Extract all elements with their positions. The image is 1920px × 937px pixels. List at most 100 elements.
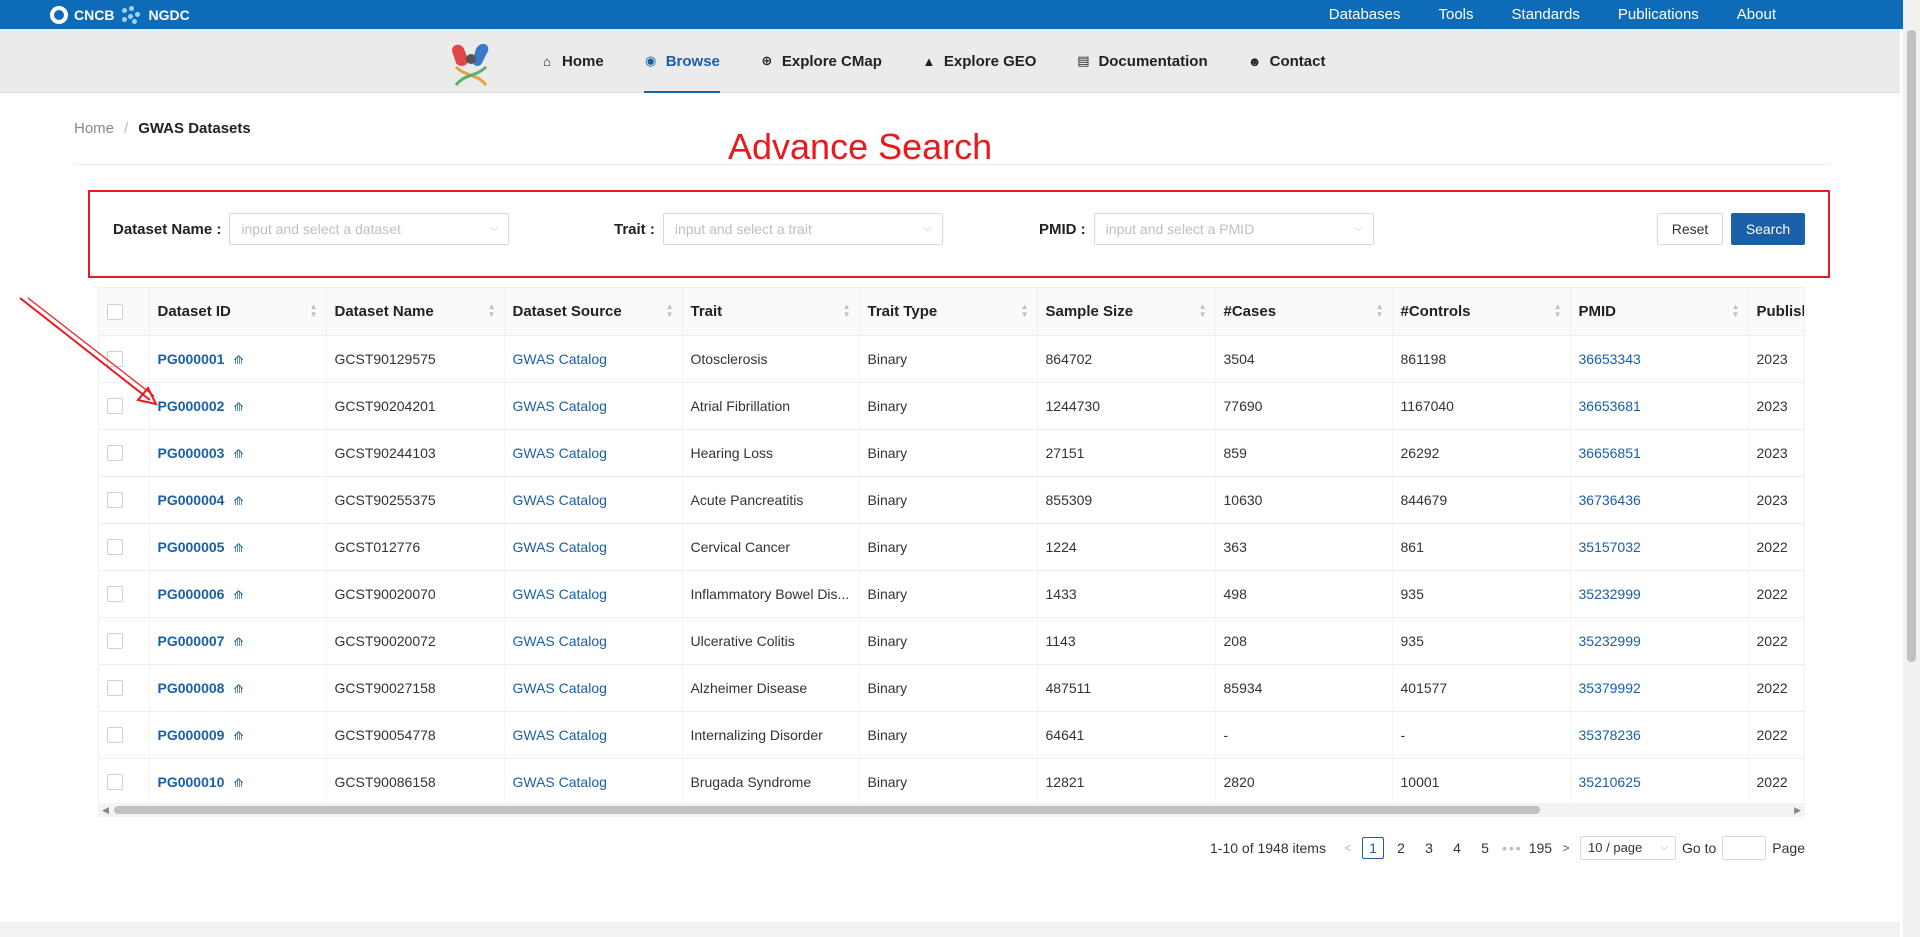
pmid-link[interactable]: 36653681: [1570, 382, 1749, 430]
trait-select[interactable]: input and select a trait ⌵: [662, 213, 943, 245]
table-row[interactable]: PG000009 ⟰ GCST90054778 GWAS Catalog Interna…: [99, 711, 1804, 759]
topnav-databases[interactable]: Databases: [1329, 6, 1401, 23]
table-row[interactable]: PG000008 ⟰ GCST90027158 GWAS Catalog Alzheim…: [99, 664, 1804, 712]
row-checkbox[interactable]: [107, 727, 123, 744]
dataset-id-cell[interactable]: PG000006 ⟰: [149, 570, 327, 618]
chart-icon[interactable]: ⟰: [233, 447, 243, 461]
dataset-id-cell[interactable]: PG000005 ⟰: [149, 523, 327, 571]
dataset-id-cell[interactable]: PG000002 ⟰: [149, 382, 327, 430]
row-checkbox[interactable]: [107, 539, 123, 556]
reset-button[interactable]: Reset: [1657, 213, 1723, 245]
dataset-source-link[interactable]: GWAS Catalog: [504, 758, 683, 806]
table-row[interactable]: PG000005 ⟰ GCST012776 GWAS Catalog Cervical …: [99, 523, 1804, 571]
search-button[interactable]: Search: [1731, 213, 1805, 245]
chart-icon[interactable]: ⟰: [233, 776, 243, 790]
dataset-id-cell[interactable]: PG000008 ⟰: [149, 664, 327, 712]
row-checkbox[interactable]: [107, 680, 123, 697]
page-size-select[interactable]: 10 / page ⌵: [1580, 836, 1677, 860]
table-row[interactable]: PG000007 ⟰ GCST90020072 GWAS Catalog Ulcerat…: [99, 617, 1804, 665]
chart-icon[interactable]: ⟰: [233, 353, 243, 367]
topnav-about[interactable]: About: [1737, 6, 1776, 23]
sort-icon[interactable]: ▲ ▼: [843, 303, 851, 319]
scroll-left-icon[interactable]: ◀: [102, 803, 109, 817]
column-header[interactable]: Publish: [1748, 288, 1804, 336]
pmid-link[interactable]: 36653343: [1570, 335, 1749, 383]
row-checkbox[interactable]: [107, 633, 123, 650]
pmid-link[interactable]: 35379992: [1570, 664, 1749, 712]
column-header[interactable]: #Controls ▲ ▼: [1392, 288, 1571, 336]
table-row[interactable]: PG000003 ⟰ GCST90244103 GWAS Catalog Hearing…: [99, 429, 1804, 477]
nav-explore-cmap[interactable]: ⊕ Explore CMap: [740, 29, 902, 93]
sort-icon[interactable]: ▲ ▼: [666, 303, 674, 319]
topnav-publications[interactable]: Publications: [1618, 6, 1699, 23]
column-header[interactable]: Trait ▲ ▼: [682, 288, 860, 336]
sort-icon[interactable]: ▲ ▼: [1732, 303, 1740, 319]
column-header[interactable]: Dataset Name ▲ ▼: [326, 288, 505, 336]
dataset-id-cell[interactable]: PG000010 ⟰: [149, 758, 327, 806]
next-page-icon[interactable]: >: [1558, 841, 1574, 855]
column-header[interactable]: Trait Type ▲ ▼: [859, 288, 1038, 336]
vertical-scrollbar[interactable]: [1903, 0, 1920, 937]
nav-explore-geo[interactable]: ▲ Explore GEO: [902, 29, 1057, 93]
dataset-source-link[interactable]: GWAS Catalog: [504, 382, 683, 430]
pmid-select[interactable]: input and select a PMID ⌵: [1093, 213, 1374, 245]
dataset-source-link[interactable]: GWAS Catalog: [504, 476, 683, 524]
pmid-link[interactable]: 36736436: [1570, 476, 1749, 524]
chart-icon[interactable]: ⟰: [233, 541, 243, 555]
dataset-id-cell[interactable]: PG000009 ⟰: [149, 711, 327, 759]
row-checkbox[interactable]: [107, 492, 123, 509]
dataset-id-cell[interactable]: PG000004 ⟰: [149, 476, 327, 524]
pmid-link[interactable]: 35232999: [1570, 617, 1749, 665]
nav-documentation[interactable]: ▤ Documentation: [1056, 29, 1227, 93]
topnav-standards[interactable]: Standards: [1512, 6, 1580, 23]
chart-icon[interactable]: ⟰: [233, 400, 243, 414]
dataset-source-link[interactable]: GWAS Catalog: [504, 570, 683, 618]
scrollbar-thumb[interactable]: [1907, 30, 1916, 662]
sort-icon[interactable]: ▲ ▼: [1021, 303, 1029, 319]
horizontal-scrollbar[interactable]: ◀ ▶: [98, 803, 1805, 817]
pmid-link[interactable]: 35157032: [1570, 523, 1749, 571]
pmid-link[interactable]: 36656851: [1570, 429, 1749, 477]
chart-icon[interactable]: ⟰: [233, 682, 243, 696]
column-header[interactable]: Sample Size ▲ ▼: [1037, 288, 1216, 336]
row-checkbox[interactable]: [107, 774, 123, 791]
column-header[interactable]: Dataset Source ▲ ▼: [504, 288, 683, 336]
sort-icon[interactable]: ▲ ▼: [1554, 303, 1562, 319]
column-header[interactable]: #Cases ▲ ▼: [1215, 288, 1393, 336]
scrollbar-thumb[interactable]: [114, 806, 1540, 814]
dataset-source-link[interactable]: GWAS Catalog: [504, 711, 683, 759]
goto-input[interactable]: [1722, 836, 1767, 860]
topnav-tools[interactable]: Tools: [1438, 6, 1473, 23]
page-last[interactable]: 195: [1529, 837, 1552, 859]
dataset-source-link[interactable]: GWAS Catalog: [504, 617, 683, 665]
column-header[interactable]: PMID ▲ ▼: [1570, 288, 1749, 336]
pagination-ellipsis[interactable]: •••: [1502, 840, 1523, 856]
prev-page-icon[interactable]: <: [1340, 841, 1356, 855]
page-2[interactable]: 2: [1390, 837, 1412, 859]
breadcrumb-home[interactable]: Home: [74, 120, 114, 137]
cncb-ngdc-logo[interactable]: CNCB NGDC: [50, 4, 190, 25]
chart-icon[interactable]: ⟰: [233, 729, 243, 743]
column-header[interactable]: Dataset ID ▲ ▼: [149, 288, 327, 336]
table-row[interactable]: PG000010 ⟰ GCST90086158 GWAS Catalog Brugada…: [99, 758, 1804, 806]
page-1[interactable]: 1: [1361, 837, 1384, 859]
sort-icon[interactable]: ▲ ▼: [1376, 303, 1384, 319]
scroll-right-icon[interactable]: ▶: [1794, 803, 1801, 817]
dataset-select[interactable]: input and select a dataset ⌵: [229, 213, 510, 245]
dataset-source-link[interactable]: GWAS Catalog: [504, 523, 683, 571]
table-row[interactable]: PG000002 ⟰ GCST90204201 GWAS Catalog Atrial …: [99, 382, 1804, 430]
row-checkbox[interactable]: [107, 586, 123, 603]
page-4[interactable]: 4: [1446, 837, 1468, 859]
chart-icon[interactable]: ⟰: [233, 635, 243, 649]
sort-icon[interactable]: ▲ ▼: [488, 303, 496, 319]
site-logo-icon[interactable]: [446, 37, 496, 89]
dataset-id-cell[interactable]: PG000003 ⟰: [149, 429, 327, 477]
nav-browse[interactable]: ◉ Browse: [624, 29, 740, 93]
dataset-id-cell[interactable]: PG000001 ⟰: [149, 335, 327, 383]
chart-icon[interactable]: ⟰: [233, 588, 243, 602]
pmid-link[interactable]: 35378236: [1570, 711, 1749, 759]
pmid-link[interactable]: 35210625: [1570, 758, 1749, 806]
dataset-source-link[interactable]: GWAS Catalog: [504, 335, 683, 383]
dataset-source-link[interactable]: GWAS Catalog: [504, 429, 683, 477]
chart-icon[interactable]: ⟰: [233, 494, 243, 508]
